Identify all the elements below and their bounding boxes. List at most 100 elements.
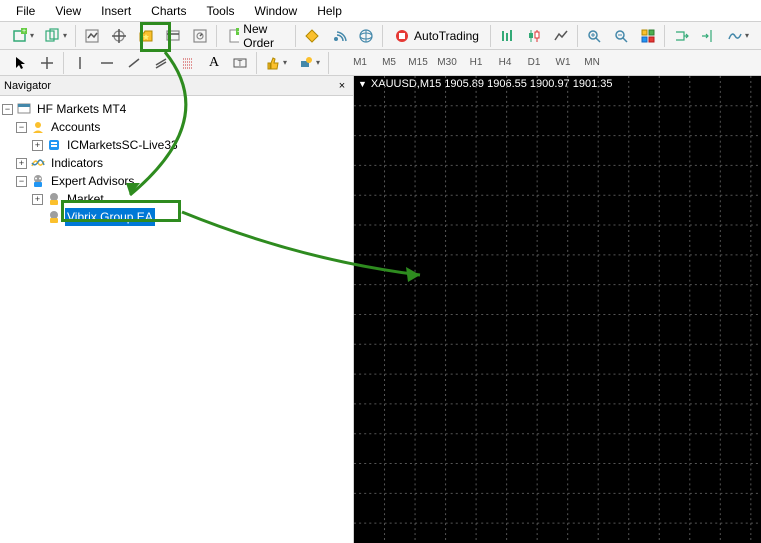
meta-quotes-button[interactable] [300, 25, 324, 47]
line-chart-button[interactable] [549, 25, 573, 47]
diamond-icon [304, 28, 320, 44]
autotrading-button[interactable]: AutoTrading [387, 25, 486, 47]
zoom-out-icon [613, 28, 629, 44]
server-icon [46, 137, 62, 153]
indicators-icon [727, 28, 743, 44]
text-button[interactable]: A [203, 52, 225, 74]
ea-icon [30, 173, 46, 189]
new-order-label: New Order [243, 22, 284, 50]
indicators-list-button[interactable] [723, 25, 753, 47]
trendline-button[interactable] [122, 52, 146, 74]
candlestick-icon [526, 28, 542, 44]
auto-scroll-button[interactable] [669, 25, 693, 47]
globe-icon [358, 28, 374, 44]
signals-icon [331, 28, 347, 44]
accounts-icon [30, 119, 46, 135]
thumbs-up-icon [265, 55, 281, 71]
expand-icon[interactable]: + [16, 158, 27, 169]
tf-m5[interactable]: M5 [376, 53, 402, 73]
line-chart-icon [553, 28, 569, 44]
tree-accounts[interactable]: − Accounts [2, 118, 351, 136]
autotrading-icon [394, 28, 410, 44]
bar-chart-button[interactable] [495, 25, 519, 47]
text-label-button[interactable]: T [228, 52, 252, 74]
candlestick-button[interactable] [522, 25, 546, 47]
signals-button[interactable] [327, 25, 351, 47]
text-icon: A [209, 55, 219, 71]
chart-grid [354, 76, 761, 543]
navigator-title: Navigator [4, 80, 51, 92]
tree-root[interactable]: − HF Markets MT4 [2, 100, 351, 118]
tree-market-label: Market [65, 190, 106, 208]
crosshair-button[interactable] [35, 52, 59, 74]
zoom-out-button[interactable] [609, 25, 633, 47]
vertical-line-button[interactable] [68, 52, 92, 74]
menu-window[interactable]: Window [245, 2, 308, 20]
tree-root-label: HF Markets MT4 [35, 100, 128, 118]
menu-view[interactable]: View [45, 2, 91, 20]
tf-m15[interactable]: M15 [405, 53, 431, 73]
expand-icon[interactable]: + [32, 194, 43, 205]
tree-selected-ea[interactable]: Vibrix Group EA [2, 208, 351, 226]
navigator-tree: − HF Markets MT4 − Accounts + ICMarketsS… [0, 96, 353, 230]
tree-spacer [32, 212, 43, 223]
tree-account-item[interactable]: + ICMarketsSC-Live33 [2, 136, 351, 154]
market-watch-button[interactable] [80, 25, 104, 47]
vline-icon [72, 55, 88, 71]
tile-windows-button[interactable] [636, 25, 660, 47]
auto-scroll-icon [673, 28, 689, 44]
arrows-button[interactable] [261, 52, 291, 74]
tester-icon [192, 28, 208, 44]
svg-text:T: T [238, 59, 243, 68]
tf-w1[interactable]: W1 [550, 53, 576, 73]
shapes-icon [298, 55, 314, 71]
chart-shift-button[interactable] [696, 25, 720, 47]
tf-h4[interactable]: H4 [492, 53, 518, 73]
menu-file[interactable]: File [6, 2, 45, 20]
tree-expert-advisors[interactable]: − Expert Advisors [2, 172, 351, 190]
label-icon: T [232, 55, 248, 71]
terminal-button[interactable] [161, 25, 185, 47]
navigator-close-button[interactable]: × [335, 79, 349, 93]
svg-text:+: + [22, 28, 26, 35]
tree-accounts-label: Accounts [49, 118, 102, 136]
tree-market[interactable]: + Market [2, 190, 351, 208]
fibo-icon [180, 55, 196, 71]
menu-insert[interactable]: Insert [91, 2, 141, 20]
navigator-button[interactable] [134, 25, 158, 47]
equidistant-channel-button[interactable] [149, 52, 173, 74]
new-chart-button[interactable]: + [8, 25, 38, 47]
data-window-button[interactable] [107, 25, 131, 47]
zoom-in-button[interactable] [582, 25, 606, 47]
tree-ea-label: Expert Advisors [49, 172, 136, 190]
ea-item-icon [46, 209, 62, 225]
tf-m30[interactable]: M30 [434, 53, 460, 73]
menu-charts[interactable]: Charts [141, 2, 196, 20]
collapse-icon[interactable]: − [2, 104, 13, 115]
tf-d1[interactable]: D1 [521, 53, 547, 73]
cursor-button[interactable] [8, 52, 32, 74]
tf-h1[interactable]: H1 [463, 53, 489, 73]
autotrading-label: AutoTrading [414, 29, 479, 43]
zoom-in-icon [586, 28, 602, 44]
collapse-icon[interactable]: − [16, 176, 27, 187]
horizontal-line-button[interactable] [95, 52, 119, 74]
vps-button[interactable] [354, 25, 378, 47]
expand-icon[interactable]: + [32, 140, 43, 151]
tree-indicators[interactable]: + Indicators [2, 154, 351, 172]
tf-m1[interactable]: M1 [347, 53, 373, 73]
navigator-header: Navigator × [0, 76, 353, 96]
profiles-button[interactable] [41, 25, 71, 47]
channel-icon [153, 55, 169, 71]
tf-mn[interactable]: MN [579, 53, 605, 73]
menu-help[interactable]: Help [307, 2, 352, 20]
chart-window[interactable]: ▼ XAUUSD,M15 1905.89 1906.55 1900.97 190… [354, 76, 761, 543]
new-order-button[interactable]: + New Order [221, 25, 291, 47]
strategy-tester-button[interactable] [188, 25, 212, 47]
menu-bar: File View Insert Charts Tools Window Hel… [0, 0, 761, 22]
collapse-icon[interactable]: − [16, 122, 27, 133]
new-order-icon: + [228, 28, 239, 44]
shapes-button[interactable] [294, 52, 324, 74]
menu-tools[interactable]: Tools [197, 2, 245, 20]
fibonacci-button[interactable] [176, 52, 200, 74]
